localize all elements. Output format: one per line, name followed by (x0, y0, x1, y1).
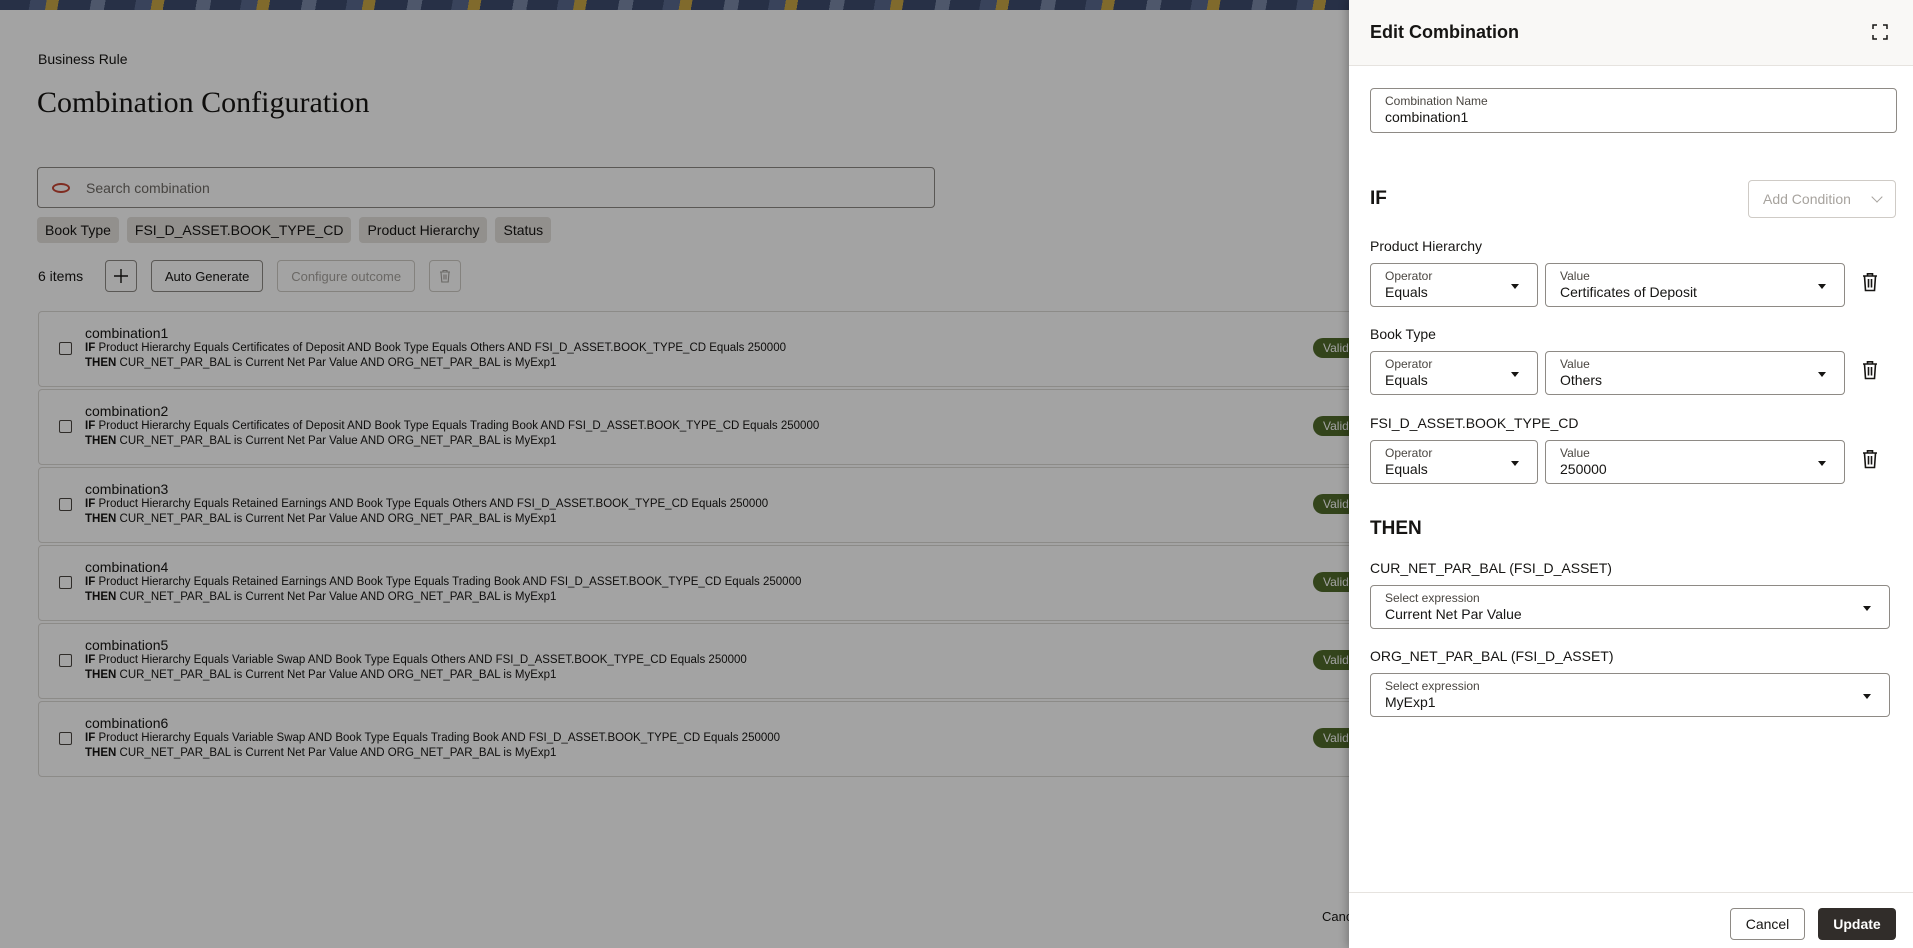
expression-select[interactable]: Select expression Current Net Par Value (1370, 585, 1890, 629)
update-button[interactable]: Update (1818, 908, 1896, 940)
combination-name-value: combination1 (1385, 109, 1469, 125)
expression-label: Select expression (1385, 591, 1480, 605)
combination-name-field[interactable]: Combination Name combination1 (1370, 88, 1897, 133)
caret-down-icon (1511, 284, 1519, 289)
cancel-button[interactable]: Cancel (1730, 908, 1805, 940)
caret-down-icon (1511, 372, 1519, 377)
chevron-down-icon (1871, 191, 1883, 203)
caret-down-icon (1818, 372, 1826, 377)
caret-down-icon (1818, 461, 1826, 466)
outcome-target-label: ORG_NET_PAR_BAL (FSI_D_ASSET) (1370, 648, 1614, 664)
operator-select[interactable]: Operator Equals (1370, 263, 1538, 307)
then-heading: THEN (1370, 518, 1422, 539)
add-condition-button[interactable]: Add Condition (1748, 180, 1896, 218)
expression-value: MyExp1 (1385, 694, 1436, 710)
value-label: Value (1560, 269, 1590, 283)
expression-value: Current Net Par Value (1385, 606, 1522, 622)
combination-name-label: Combination Name (1385, 94, 1488, 108)
operator-select[interactable]: Operator Equals (1370, 351, 1538, 395)
condition-field-label: Book Type (1370, 326, 1436, 342)
value-value: Others (1560, 372, 1603, 388)
value-label: Value (1560, 446, 1590, 460)
expand-icon[interactable] (1872, 24, 1888, 40)
expression-label: Select expression (1385, 679, 1480, 693)
condition-field-label: FSI_D_ASSET.BOOK_TYPE_CD (1370, 415, 1579, 431)
expression-select[interactable]: Select expression MyExp1 (1370, 673, 1890, 717)
value-select[interactable]: Value Certificates of Deposit (1545, 263, 1845, 307)
caret-down-icon (1818, 284, 1826, 289)
delete-condition-icon[interactable] (1861, 449, 1879, 469)
operator-label: Operator (1385, 357, 1433, 371)
value-select[interactable]: Value 250000 (1545, 440, 1845, 484)
operator-value: Equals (1385, 284, 1428, 300)
caret-down-icon (1863, 606, 1871, 611)
delete-condition-icon[interactable] (1861, 272, 1879, 292)
caret-down-icon (1511, 461, 1519, 466)
value-label: Value (1560, 357, 1590, 371)
caret-down-icon (1863, 694, 1871, 699)
operator-value: Equals (1385, 461, 1428, 477)
value-select[interactable]: Value Others (1545, 351, 1845, 395)
operator-value: Equals (1385, 372, 1428, 388)
operator-label: Operator (1385, 269, 1433, 283)
condition-field-label: Product Hierarchy (1370, 238, 1483, 254)
drawer-title: Edit Combination (1370, 22, 1519, 42)
if-heading: IF (1370, 188, 1387, 209)
value-value: Certificates of Deposit (1560, 284, 1697, 300)
drawer-header: Edit Combination (1349, 0, 1913, 66)
edit-combination-drawer: Edit Combination Combination Name combin… (1349, 0, 1913, 948)
delete-condition-icon[interactable] (1861, 360, 1879, 380)
operator-label: Operator (1385, 446, 1433, 460)
add-condition-label: Add Condition (1763, 191, 1851, 207)
outcome-target-label: CUR_NET_PAR_BAL (FSI_D_ASSET) (1370, 560, 1612, 576)
operator-select[interactable]: Operator Equals (1370, 440, 1538, 484)
value-value: 250000 (1560, 461, 1607, 477)
